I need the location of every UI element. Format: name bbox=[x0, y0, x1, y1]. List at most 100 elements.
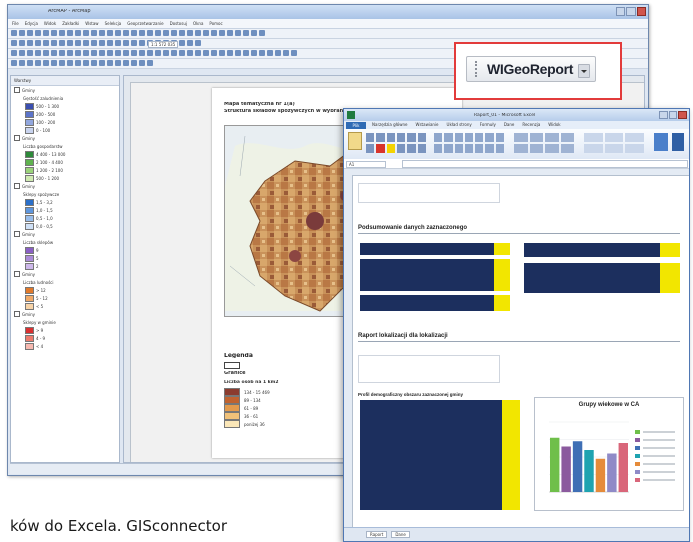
toc-item[interactable]: 4 400 - 13 000 bbox=[11, 150, 119, 158]
excel-close-button[interactable] bbox=[678, 111, 688, 119]
ribbon-tab[interactable]: Wstawianie bbox=[416, 122, 439, 127]
excel-window: Raport_01 - Microsoft Excel Narzędzia gł… bbox=[343, 108, 690, 542]
legend-swatch bbox=[25, 102, 34, 110]
toc-item[interactable]: Gminy bbox=[11, 86, 119, 94]
sort-filter-icon[interactable] bbox=[654, 133, 668, 151]
excel-maximize-button[interactable] bbox=[668, 111, 678, 119]
toc-item[interactable]: 500 - 1 300 bbox=[11, 102, 119, 110]
toc-item[interactable]: 1,5 - 3,2 bbox=[11, 198, 119, 206]
toc-item[interactable]: Liczba ludności bbox=[11, 278, 119, 286]
layer-checkbox[interactable] bbox=[14, 271, 20, 277]
legend-title: Legenda bbox=[224, 353, 253, 358]
age-chart[interactable]: Grupy wiekowe w CA bbox=[534, 397, 684, 511]
toc-item-label: Gminy bbox=[22, 87, 36, 93]
ribbon-tab-list: Narzędzia główne Wstawianie Układ strony Fo… bbox=[344, 121, 689, 127]
menu-item[interactable]: File bbox=[12, 21, 19, 26]
toc-item-label: 4 - 9 bbox=[36, 335, 46, 341]
layer-checkbox[interactable] bbox=[14, 183, 20, 189]
toc-item[interactable]: 0 - 100 bbox=[11, 126, 119, 134]
toc-item[interactable]: Gminy bbox=[11, 134, 119, 142]
summary-block-5 bbox=[524, 263, 680, 293]
legend-row: 36 - 61 bbox=[224, 412, 270, 420]
toc-item[interactable]: 1,0 - 1,5 bbox=[11, 206, 119, 214]
toc-item[interactable]: < 5 bbox=[11, 302, 119, 310]
toc-item[interactable]: 500 - 1 200 bbox=[11, 174, 119, 182]
close-button[interactable] bbox=[636, 7, 646, 16]
toc-item[interactable]: 0,0 - 0,5 bbox=[11, 222, 119, 230]
layer-checkbox[interactable] bbox=[14, 135, 20, 141]
toc-item[interactable]: > 9 bbox=[11, 326, 119, 334]
legend-boundary-swatch bbox=[224, 362, 240, 369]
menu-item[interactable]: Okna bbox=[193, 21, 203, 26]
toc-item-label: 0,5 - 1,0 bbox=[36, 215, 53, 221]
legend-swatch bbox=[224, 412, 240, 420]
toc-item[interactable]: 0,5 - 1,0 bbox=[11, 214, 119, 222]
menu-item[interactable]: Wstaw bbox=[85, 21, 98, 26]
toc-item-label: 2 bbox=[36, 263, 39, 269]
menu-item[interactable]: Geoprzetwarzanie bbox=[127, 21, 163, 26]
dropdown-arrow-icon[interactable] bbox=[578, 64, 590, 78]
ribbon-tab[interactable]: Widok bbox=[548, 122, 560, 127]
toc-item[interactable]: Sklepy w gminie bbox=[11, 318, 119, 326]
formula-input[interactable] bbox=[402, 160, 688, 168]
toc-item[interactable]: 200 - 500 bbox=[11, 110, 119, 118]
chart-title: Grupy wiekowe w CA bbox=[578, 402, 640, 408]
toc-item[interactable]: Gminy bbox=[11, 230, 119, 238]
legend-row: poniżej 36 bbox=[224, 420, 270, 428]
layer-checkbox[interactable] bbox=[14, 311, 20, 317]
menu-item[interactable]: Zakładki bbox=[62, 21, 79, 26]
menu-item[interactable]: Dostosuj bbox=[170, 21, 187, 26]
toc-item[interactable]: 2 bbox=[11, 262, 119, 270]
toolbar-icons[interactable] bbox=[8, 29, 648, 37]
ribbon-tab[interactable]: Recenzja bbox=[522, 122, 540, 127]
toc-item[interactable]: < 4 bbox=[11, 342, 119, 350]
sheet-tab[interactable]: Dane bbox=[391, 531, 410, 538]
ribbon-tab[interactable]: Formuły bbox=[480, 122, 496, 127]
ribbon-tab[interactable]: Narzędzia główne bbox=[372, 122, 408, 127]
sheet-tab[interactable]: Raport bbox=[366, 531, 388, 538]
toc-item[interactable]: Sklepy spożywcze bbox=[11, 190, 119, 198]
toc-item[interactable]: 5 bbox=[11, 254, 119, 262]
maximize-button[interactable] bbox=[626, 7, 636, 16]
toc-item[interactable]: 4 - 9 bbox=[11, 334, 119, 342]
scale-box[interactable]: 1:1 572 035 bbox=[148, 41, 179, 48]
sheet-area[interactable]: Podsumowanie danych zaznaczonego Raport … bbox=[354, 179, 686, 525]
wigeoreport-button[interactable]: WIGeoReport bbox=[466, 56, 596, 82]
menu-item[interactable]: Selekcja bbox=[105, 21, 122, 26]
menu-item[interactable]: Pomoc bbox=[209, 21, 222, 26]
legend-label: 61 - 89 bbox=[244, 405, 259, 411]
number-group bbox=[514, 133, 574, 153]
toc-item[interactable]: Liczba sklepów bbox=[11, 238, 119, 246]
ribbon-tab[interactable]: Układ strony bbox=[447, 122, 472, 127]
menu-item[interactable]: Edycja bbox=[25, 21, 38, 26]
layer-checkbox[interactable] bbox=[14, 87, 20, 93]
toc-item[interactable]: 9 bbox=[11, 246, 119, 254]
legend-swatch bbox=[25, 174, 34, 182]
menu-item[interactable]: Widok bbox=[44, 21, 56, 26]
name-box[interactable]: A1 bbox=[346, 161, 386, 168]
layer-checkbox[interactable] bbox=[14, 231, 20, 237]
chart-bar-35-44 bbox=[584, 450, 594, 492]
toc-item[interactable]: Liczba gospodarstw bbox=[11, 142, 119, 150]
ribbon-tab[interactable]: Dane bbox=[504, 122, 515, 127]
summary-block-2 bbox=[360, 259, 510, 291]
summary-values-2 bbox=[494, 259, 510, 291]
toc-item[interactable]: 2 100 - 4 400 bbox=[11, 158, 119, 166]
toc-item[interactable]: Gminy bbox=[11, 310, 119, 318]
toc-item[interactable]: > 12 bbox=[11, 286, 119, 294]
paste-icon[interactable] bbox=[348, 132, 362, 150]
excel-minimize-button[interactable] bbox=[659, 111, 668, 119]
section-location-title: Raport lokalizacji dla lokalizacji bbox=[358, 333, 448, 339]
legend-swatch bbox=[224, 420, 240, 428]
summary-values-4 bbox=[660, 243, 680, 257]
file-tab[interactable]: Plik bbox=[346, 122, 366, 129]
minimize-button[interactable] bbox=[616, 7, 626, 16]
toc-item[interactable]: Gminy bbox=[11, 182, 119, 190]
toc-item[interactable]: 100 - 200 bbox=[11, 118, 119, 126]
toc-item[interactable]: Gęstość zaludnienia bbox=[11, 94, 119, 102]
toolbar-grip-icon[interactable] bbox=[475, 61, 479, 77]
find-select-icon[interactable] bbox=[672, 133, 684, 151]
toc-item[interactable]: 5 - 12 bbox=[11, 294, 119, 302]
toc-item[interactable]: 1 200 - 2 100 bbox=[11, 166, 119, 174]
toc-item[interactable]: Gminy bbox=[11, 270, 119, 278]
